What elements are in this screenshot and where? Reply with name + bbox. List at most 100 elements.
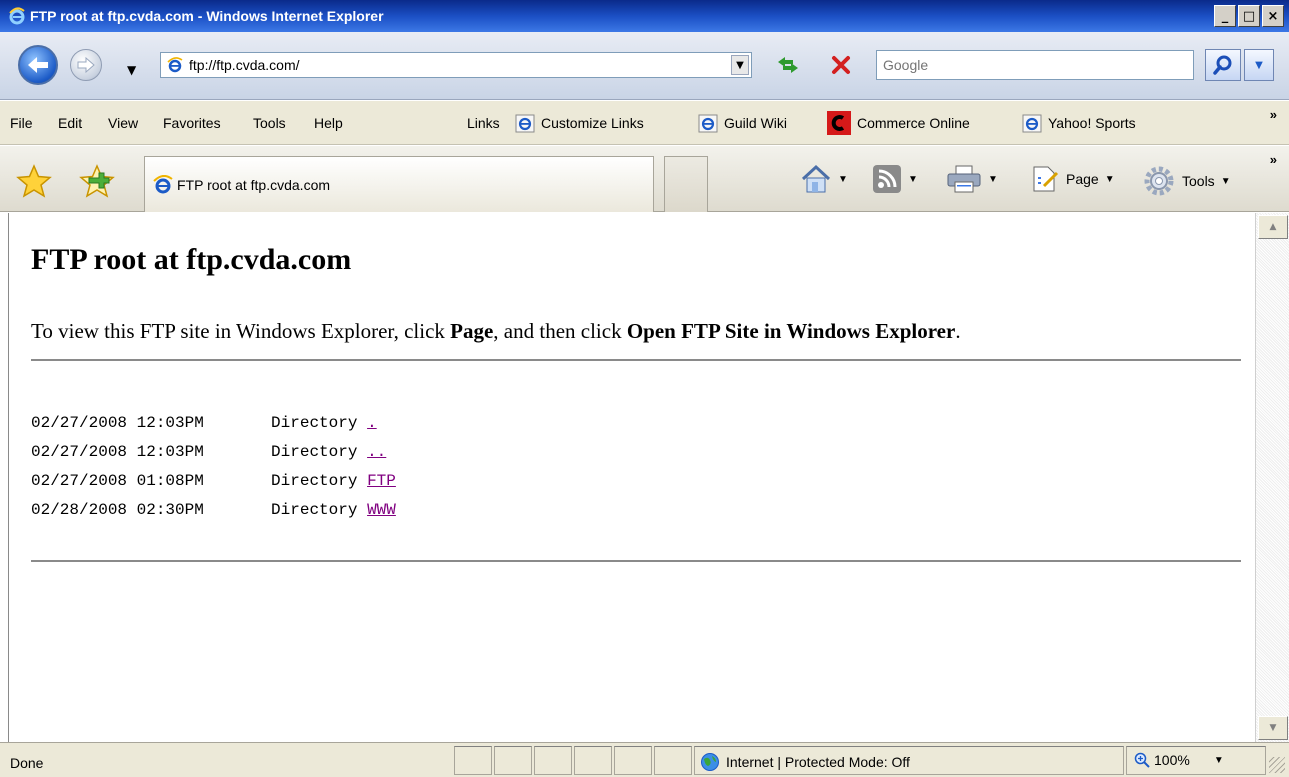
favorites-center-button[interactable] [16,164,52,201]
menu-tools[interactable]: Tools [253,115,286,131]
link-label: Yahoo! Sports [1048,115,1136,131]
link-guild-wiki[interactable]: Guild Wiki [698,111,787,135]
add-favorite-star-icon [79,164,115,198]
print-dropdown-icon[interactable]: ▼ [988,174,998,185]
status-bar: Done Internet | Protected Mode: Off 100%… [0,742,1289,777]
back-button[interactable] [18,45,58,85]
forward-button[interactable] [70,49,102,81]
tools-dropdown-icon: ▼ [1220,175,1231,187]
instructions-bold-open-ftp: Open FTP Site in Windows Explorer [626,319,956,343]
stop-button[interactable] [826,50,856,80]
status-panel [574,746,612,775]
search-box[interactable] [876,50,1194,80]
maximize-button[interactable]: □ [1238,5,1260,27]
directory-link[interactable]: FTP [367,472,396,490]
tab-active[interactable]: FTP root at ftp.cvda.com [144,156,654,212]
print-button[interactable]: ▼ [946,164,998,194]
ie-page-icon [167,57,183,73]
gear-icon [1144,166,1174,196]
status-panel [494,746,532,775]
entry-type: Directory [271,414,358,432]
directory-link[interactable]: .. [367,443,386,461]
link-label: Customize Links [541,115,644,131]
zone-label: Internet | Protected Mode: Off [726,754,910,770]
add-to-favorites-button[interactable] [79,164,115,201]
navigation-bar: ▼ ▼ ▼ [0,32,1289,100]
link-commerce-online[interactable]: Commerce Online [827,111,970,135]
ie-page-icon [515,114,535,133]
home-button[interactable]: ▼ [800,164,848,194]
menu-favorites[interactable]: Favorites [163,115,221,131]
zoom-level: 100% [1154,752,1190,768]
zoom-magnifier-icon [1134,752,1150,768]
commerce-logo-icon [827,111,851,135]
ie-page-icon [1022,114,1042,133]
refresh-icon [778,57,798,73]
printer-icon [947,165,981,193]
new-tab-button[interactable] [664,156,708,212]
window-title: FTP root at ftp.cvda.com - Windows Inter… [30,8,384,24]
title-bar: FTP root at ftp.cvda.com - Windows Inter… [0,0,1289,32]
link-label: Commerce Online [857,115,970,131]
toolbar-overflow-chevron-icon[interactable]: » [1270,152,1277,167]
security-zone[interactable]: Internet | Protected Mode: Off [700,752,910,772]
recent-pages-dropdown-icon[interactable]: ▼ [127,63,136,77]
search-input[interactable] [883,57,1183,73]
vertical-scrollbar[interactable]: ▲ ▼ [1255,213,1289,742]
listing-row: 02/28/2008 02:30PM Directory WWW [31,496,396,525]
scroll-down-button[interactable]: ▼ [1258,716,1288,740]
refresh-button[interactable] [772,50,804,80]
instructions-text: To view this FTP site in Windows Explore… [31,319,961,343]
page-menu-label: Page [1066,171,1099,187]
bottom-divider [31,560,1241,562]
status-panel [454,746,492,775]
tab-bar: FTP root at ftp.cvda.com ▼ ▼ ▼ Page ▼ To… [0,146,1289,212]
status-text: Done [10,755,44,771]
directory-link[interactable]: . [367,414,377,432]
globe-icon [701,753,719,771]
menu-view[interactable]: View [108,115,138,131]
links-overflow-chevron-icon[interactable]: » [1270,107,1277,122]
resize-grip[interactable] [1269,757,1285,773]
feeds-button[interactable]: ▼ [872,164,918,194]
search-button[interactable] [1205,49,1241,81]
directory-link[interactable]: WWW [367,501,396,519]
address-input[interactable] [189,57,709,73]
minimize-button[interactable]: _ [1214,5,1236,27]
link-customize-links[interactable]: Customize Links [515,111,644,135]
page-menu-button[interactable]: Page ▼ [1030,164,1115,194]
menu-file[interactable]: File [10,115,33,131]
page-dropdown-icon: ▼ [1104,173,1115,185]
menu-help[interactable]: Help [314,115,343,131]
entry-type: Directory [271,501,358,519]
stop-icon [832,56,850,74]
link-yahoo-sports[interactable]: Yahoo! Sports [1022,111,1136,135]
listing-row: 02/27/2008 12:03PM Directory . [31,409,396,438]
zoom-dropdown-icon[interactable]: ▼ [1214,755,1224,766]
scroll-up-button[interactable]: ▲ [1258,215,1288,239]
search-options-button[interactable]: ▼ [1244,49,1274,81]
page-content: FTP root at ftp.cvda.com To view this FT… [8,213,1254,742]
home-icon [801,164,831,193]
address-dropdown-button[interactable]: ▼ [731,55,749,75]
home-dropdown-icon[interactable]: ▼ [838,174,848,185]
entry-datetime: 02/27/2008 12:03PM [31,414,204,432]
status-panel [654,746,692,775]
tools-menu-button[interactable]: Tools ▼ [1142,164,1231,198]
tab-title: FTP root at ftp.cvda.com [177,176,331,193]
forward-arrow-icon [77,57,95,73]
feeds-dropdown-icon[interactable]: ▼ [908,174,918,185]
zoom-control[interactable]: 100% ▼ [1134,752,1224,768]
top-divider [31,359,1241,361]
links-label: Links [467,115,500,131]
link-label: Guild Wiki [724,115,788,131]
ie-logo-icon [153,174,173,193]
instructions-bold-page: Page [450,319,494,343]
ie-page-icon [698,114,718,133]
back-arrow-icon [28,57,48,73]
address-bar[interactable]: ▼ [160,52,752,78]
entry-datetime: 02/27/2008 01:08PM [31,472,204,490]
search-icon [1213,55,1232,75]
menu-edit[interactable]: Edit [58,115,82,131]
close-button[interactable]: × [1262,5,1284,27]
